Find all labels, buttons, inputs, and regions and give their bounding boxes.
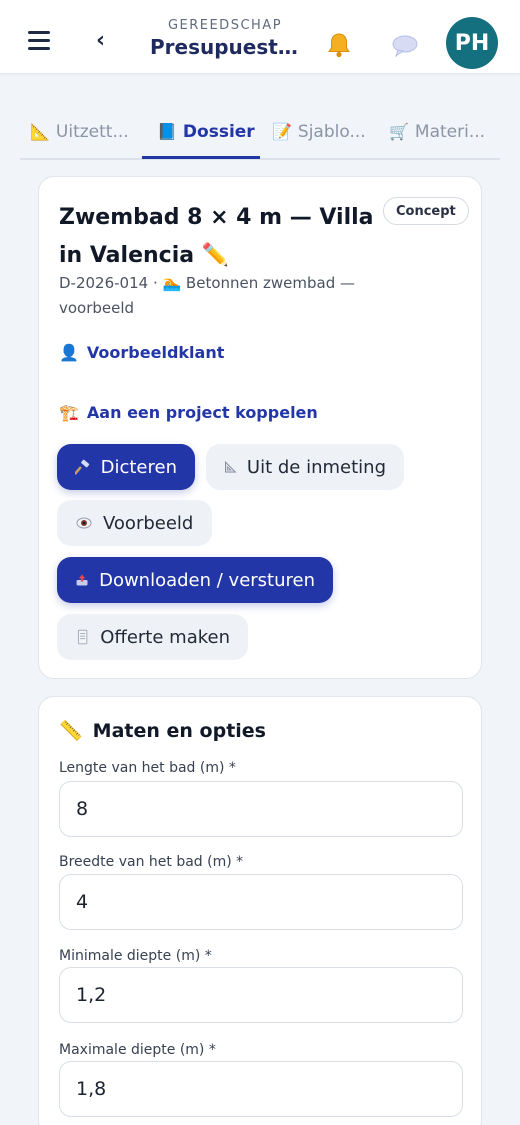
min-depth-input[interactable]: 1,2	[59, 967, 463, 1023]
create-quote-label: Offerte maken	[100, 626, 230, 648]
client-link[interactable]: 👤 Voorbeeldklant	[59, 343, 224, 362]
tab-materialen[interactable]: 🛒 Materi...	[389, 122, 485, 158]
section-title: 📏 Maten en opties	[59, 719, 266, 743]
page-title-block: GEREEDSCHAP Presupuest...	[150, 18, 300, 59]
tab-sjablonen[interactable]: 📝 Sjablo...	[272, 122, 366, 158]
tab-uitzetten[interactable]: 📐 Uitzett...	[30, 122, 129, 158]
pool-width-input[interactable]: 4	[59, 874, 463, 930]
back-chevron-icon[interactable]: ‹	[96, 30, 118, 54]
receipt-icon	[77, 629, 88, 645]
dimensions-card: 📏 Maten en opties Lengte van het bad (m)…	[38, 696, 482, 1125]
page-title: Presupuest...	[150, 35, 300, 59]
bell-icon[interactable]	[325, 31, 353, 59]
avatar[interactable]: PH	[446, 17, 498, 69]
ruler-icon: 📏	[59, 720, 83, 742]
tab-label: Uitzett...	[55, 122, 129, 142]
tab-bar: 📐 Uitzett... 📘 Dossier 📝 Sjablo... 🛒 Mat…	[20, 112, 500, 160]
set-square-icon: 📐	[30, 122, 50, 141]
dictate-button[interactable]: Dicteren	[57, 444, 195, 490]
pool-length-label: Lengte van het bad (m) *	[59, 760, 236, 776]
from-measurement-label: Uit de inmeting	[246, 456, 386, 478]
create-quote-button[interactable]: Offerte maken	[57, 614, 248, 660]
hammer-icon	[75, 459, 90, 475]
tab-dossier[interactable]: 📘 Dossier	[157, 122, 255, 158]
memo-icon: 📝	[272, 122, 292, 141]
book-icon: 📘	[157, 122, 177, 141]
top-app-bar: ‹ GEREEDSCHAP Presupuest... PH	[0, 0, 520, 74]
construction-icon: 🏗️	[59, 403, 79, 422]
dossier-title: Zwembad 8 × 4 m — Villa in Valencia ✏️	[59, 205, 374, 268]
status-badge: Concept	[383, 197, 469, 225]
set-square-icon	[225, 460, 237, 473]
outbox-tray-icon	[76, 574, 88, 586]
min-depth-label: Minimale diepte (m) *	[59, 948, 212, 964]
link-project-button[interactable]: 🏗️ Aan een project koppelen	[59, 403, 318, 422]
active-tab-indicator	[142, 156, 260, 159]
chat-bubble-icon[interactable]	[391, 34, 419, 58]
pool-width-label: Breedte van het bad (m) *	[59, 854, 244, 870]
person-icon: 👤	[59, 343, 79, 362]
client-link-label: Voorbeeldklant	[86, 343, 225, 362]
tab-label: Materi...	[414, 122, 486, 142]
eye-icon	[76, 517, 92, 529]
section-title-label: Maten en opties	[92, 719, 266, 742]
dictate-button-label: Dicteren	[100, 456, 177, 478]
max-depth-label: Maximale diepte (m) *	[59, 1042, 216, 1058]
dossier-meta: D-2026-014 · 🏊 Betonnen zwembad — voorbe…	[59, 274, 356, 317]
dossier-card: Zwembad 8 × 4 m — Villa in Valencia ✏️ C…	[38, 176, 482, 679]
page-subtitle: GEREEDSCHAP	[167, 18, 283, 33]
preview-button-label: Voorbeeld	[103, 512, 194, 534]
menu-icon[interactable]	[28, 31, 52, 51]
preview-button[interactable]: Voorbeeld	[57, 500, 212, 546]
from-measurement-button[interactable]: Uit de inmeting	[206, 444, 404, 490]
tab-label: Dossier	[182, 122, 255, 142]
max-depth-input[interactable]: 1,8	[59, 1061, 463, 1117]
pool-length-input[interactable]: 8	[59, 781, 463, 837]
download-send-button[interactable]: Downloaden / versturen	[57, 557, 333, 603]
cart-icon: 🛒	[389, 122, 409, 141]
download-send-label: Downloaden / versturen	[99, 569, 315, 591]
link-project-label: Aan een project koppelen	[86, 403, 318, 422]
tab-label: Sjablo...	[297, 122, 366, 142]
